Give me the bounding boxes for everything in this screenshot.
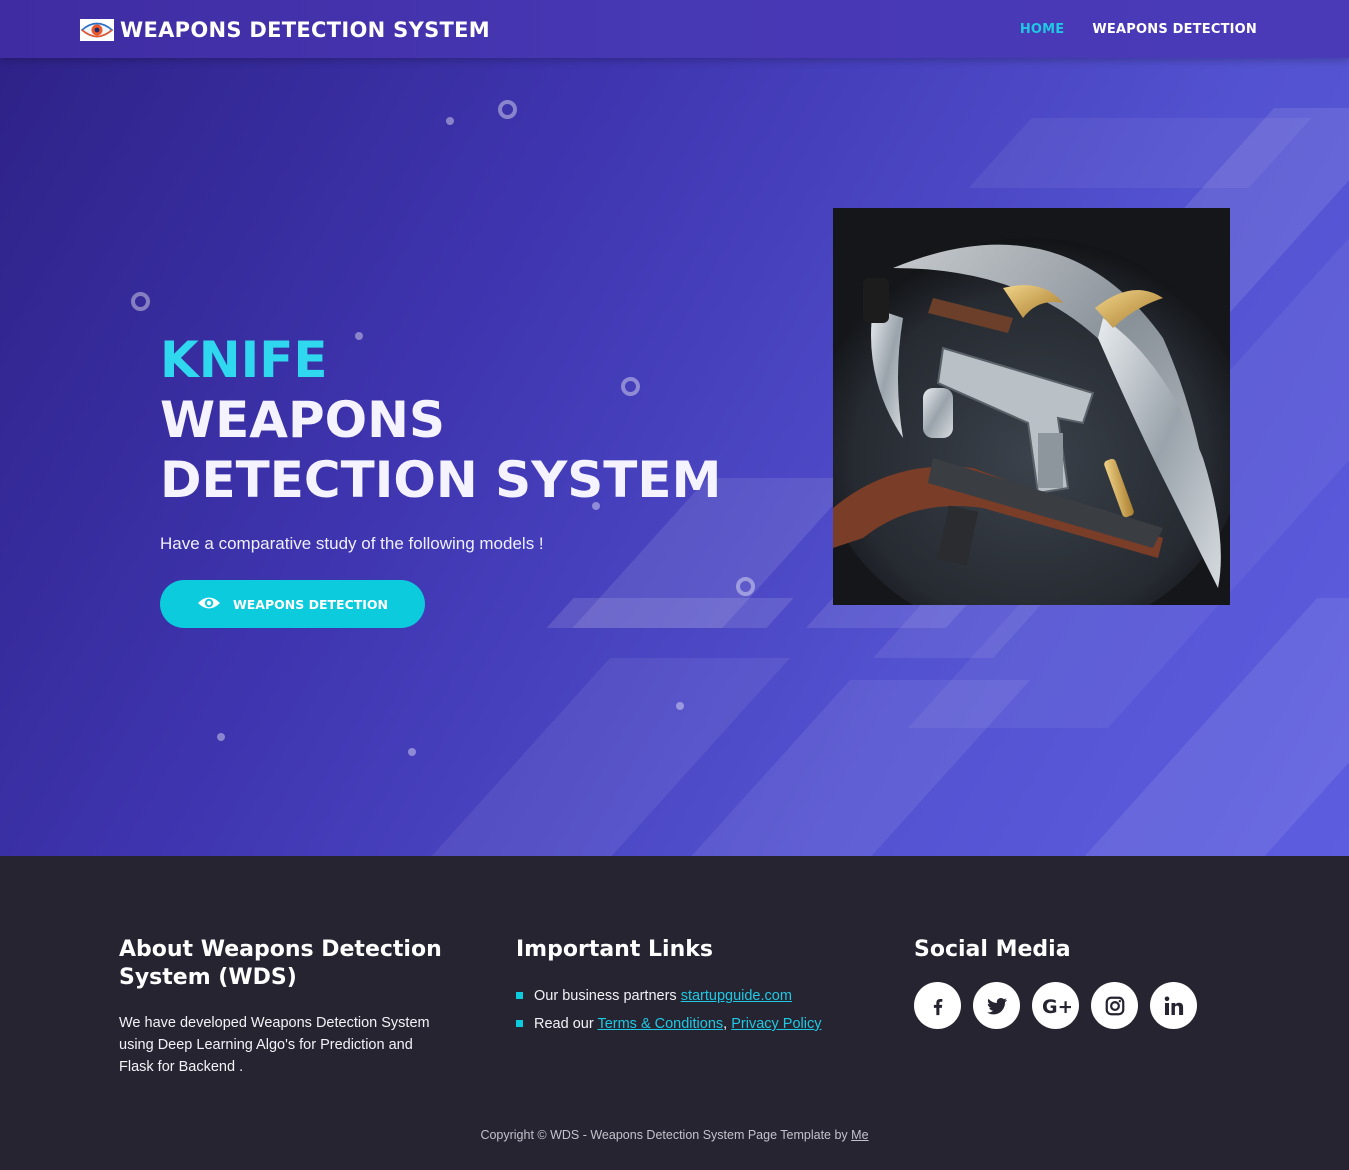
- nav-links: HOME WEAPONS DETECTION: [1020, 22, 1257, 37]
- navbar: WEAPONS DETECTION SYSTEM HOME WEAPONS DE…: [0, 0, 1349, 58]
- copyright: Copyright © WDS - Weapons Detection Syst…: [0, 1128, 1349, 1142]
- footer-social: Social Media G+: [914, 936, 1234, 1029]
- footer-about: About Weapons Detection System (WDS) We …: [119, 936, 449, 1078]
- startupguide-link[interactable]: startupguide.com: [681, 988, 792, 1004]
- decor-dot: [446, 117, 454, 125]
- copyright-author-link[interactable]: Me: [851, 1128, 868, 1142]
- linkedin-icon[interactable]: [1150, 982, 1197, 1029]
- list-item: Read our Terms & Conditions, Privacy Pol…: [516, 1010, 876, 1038]
- footer-about-text: We have developed Weapons Detection Syst…: [119, 1015, 430, 1075]
- brand[interactable]: WEAPONS DETECTION SYSTEM: [80, 18, 490, 42]
- separator: ,: [723, 1016, 728, 1032]
- weapons-detection-button-label: WEAPONS DETECTION: [232, 596, 389, 612]
- hero-text: KNIFE WEAPONS DETECTION SYSTEM Have a co…: [160, 330, 760, 554]
- decor-dot: [217, 733, 225, 741]
- instagram-icon[interactable]: [1091, 982, 1138, 1029]
- hero-title-accent: KNIFE: [160, 331, 328, 389]
- hero-title: KNIFE WEAPONS DETECTION SYSTEM: [160, 330, 760, 510]
- privacy-policy-link[interactable]: Privacy Policy: [731, 1016, 821, 1032]
- footer-about-heading: About Weapons Detection System (WDS): [119, 937, 442, 990]
- nav-link-weapons-detection[interactable]: WEAPONS DETECTION: [1092, 22, 1257, 37]
- decor-dot: [676, 702, 684, 710]
- list-item: Our business partners startupguide.com: [516, 982, 876, 1010]
- footer-links-heading: Important Links: [516, 937, 713, 962]
- brand-name: WEAPONS DETECTION SYSTEM: [120, 18, 490, 42]
- weapons-photo: [833, 208, 1230, 605]
- twitter-icon[interactable]: [973, 982, 1020, 1029]
- eye-logo-icon: [80, 19, 114, 41]
- weapons-detection-button[interactable]: WEAPONS DETECTION: [160, 580, 425, 628]
- decor-dot: [408, 748, 416, 756]
- decor-stripe: [546, 598, 794, 628]
- terms-link[interactable]: Terms & Conditions: [597, 1016, 723, 1032]
- list-item-text: Our business partners: [534, 988, 677, 1004]
- footer-social-heading: Social Media: [914, 937, 1071, 962]
- hero-title-line2: DETECTION SYSTEM: [160, 451, 722, 509]
- hero-section: KNIFE WEAPONS DETECTION SYSTEM Have a co…: [0, 58, 1349, 856]
- decor-ring: [131, 292, 150, 311]
- eye-icon: [197, 595, 221, 614]
- footer: About Weapons Detection System (WDS) We …: [0, 856, 1349, 1170]
- footer-links: Important Links Our business partners st…: [516, 936, 876, 1038]
- hero-title-line1: WEAPONS: [160, 391, 446, 449]
- svg-text:G+: G+: [1042, 996, 1071, 1017]
- hero-subtitle: Have a comparative study of the followin…: [160, 534, 544, 553]
- decor-ring: [736, 577, 755, 596]
- nav-link-home[interactable]: HOME: [1020, 22, 1065, 37]
- list-item-text: Read our: [534, 1016, 594, 1032]
- social-icons: G+: [914, 982, 1234, 1029]
- decor-ring: [498, 100, 517, 119]
- copyright-text: Copyright © WDS - Weapons Detection Syst…: [480, 1128, 848, 1142]
- footer-links-list: Our business partners startupguide.com R…: [516, 982, 876, 1038]
- google-plus-icon[interactable]: G+: [1032, 982, 1079, 1029]
- facebook-icon[interactable]: [914, 982, 961, 1029]
